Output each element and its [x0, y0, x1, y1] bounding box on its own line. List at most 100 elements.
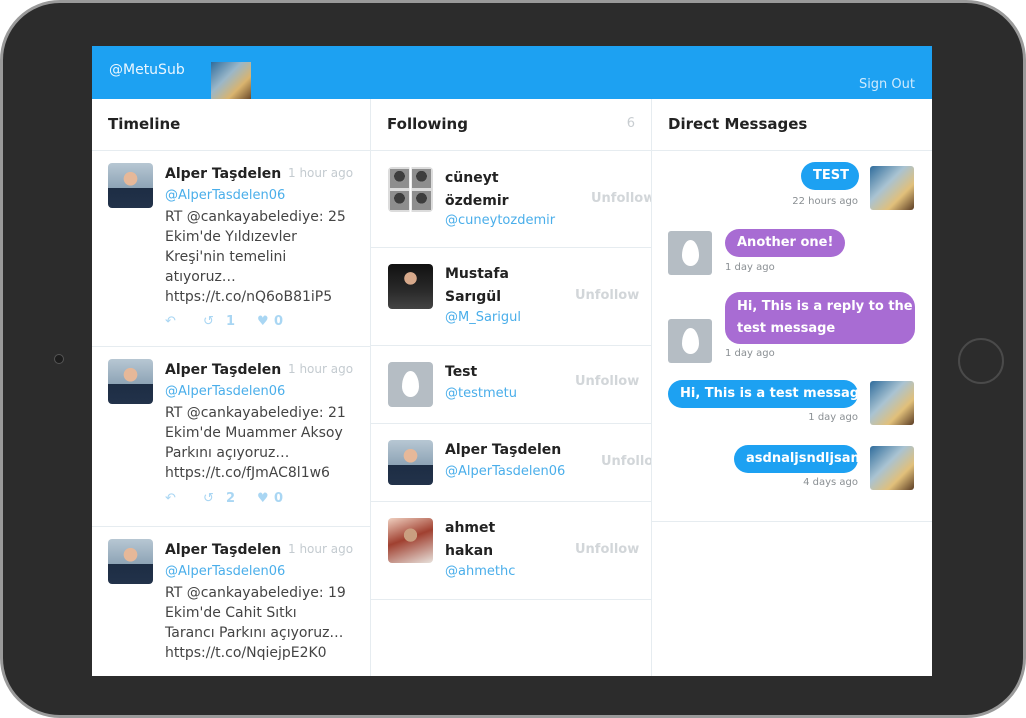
tweet[interactable]: Alper Taşdelen 1 hour ago @AlperTasdelen… [92, 527, 370, 676]
avatar[interactable] [870, 381, 914, 425]
tweet-author[interactable]: Alper Taşdelen [165, 166, 281, 182]
tweet-line: Tarancı Parkını açıyoruz… [165, 625, 344, 641]
dm-time: 4 days ago [803, 477, 858, 488]
following-count: 6 [626, 116, 635, 131]
unfollow-button[interactable]: Unfollow [601, 454, 651, 469]
tweet-line[interactable]: https://t.co/NqiejpE2K0 [165, 643, 357, 663]
following-handle[interactable]: @AlperTasdelen06 [445, 464, 565, 479]
dm-bubble: Hi, This is a reply to the test message [725, 292, 915, 344]
unfollow-button[interactable]: Unfollow [591, 191, 651, 206]
dm-time: 22 hours ago [792, 196, 858, 207]
dm-message[interactable]: Hi, This is a reply to the test message … [652, 285, 932, 369]
avatar[interactable] [388, 362, 433, 407]
dm-time: 1 day ago [725, 262, 775, 273]
name-line: Mustafa [445, 266, 509, 282]
following-name[interactable]: Mustafa Sarıgül [445, 263, 509, 309]
tweet[interactable]: Alper Taşdelen 1 hour ago @AlperTasdelen… [92, 347, 370, 527]
avatar[interactable] [108, 539, 153, 584]
tweet-line[interactable]: https://t.co/nQ6oB81iP5 [165, 287, 357, 307]
following-name[interactable]: ahmet hakan [445, 517, 495, 563]
name-line: Test [445, 364, 478, 380]
following-title: Following [387, 115, 468, 133]
avatar[interactable] [388, 440, 433, 485]
dm-bubble: Another one! [725, 229, 846, 257]
unfollow-button[interactable]: Unfollow [575, 288, 639, 303]
reply-icon[interactable]: ↶ [165, 314, 176, 329]
following-item: Mustafa Sarıgül @M_Sarigul Unfollow [371, 248, 651, 346]
tweet-handle[interactable]: @AlperTasdelen06 [165, 384, 285, 399]
heart-icon[interactable]: ♥ [257, 314, 269, 329]
app-screen: @MetuSub Sign Out Timeline Alper Taşdele… [92, 46, 932, 676]
timeline-header: Timeline [92, 99, 370, 151]
following-item: cüneyt özdemir @cuneytozdemir Unfollow [371, 151, 651, 248]
unfollow-button[interactable]: Unfollow [575, 542, 639, 557]
following-column: Following 6 cüneyt özdemir @cuneytozdemi… [371, 99, 652, 676]
following-name[interactable]: Test [445, 361, 477, 384]
tweet-author[interactable]: Alper Taşdelen [165, 542, 281, 558]
following-item: Alper Taşdelen @AlperTasdelen06 Unfollow [371, 424, 651, 502]
tweet[interactable]: Alper Taşdelen 1 hour ago @AlperTasdelen… [92, 151, 370, 347]
timeline-column: Timeline Alper Taşdelen 1 hour ago @Alpe… [92, 99, 371, 676]
avatar[interactable] [870, 166, 914, 210]
avatar[interactable] [108, 163, 153, 208]
retweet-count: 2 [226, 491, 236, 506]
tweet-line: Ekim'de Cahit Sıtkı [165, 605, 297, 621]
dm-bubble: TEST [801, 162, 859, 190]
dm-message[interactable]: Another one! 1 day ago [652, 215, 932, 279]
tweet-text: RT @cankayabelediye: 21 Ekim'de Muammer … [165, 403, 357, 483]
timeline-title: Timeline [108, 115, 181, 133]
reply-icon[interactable]: ↶ [165, 491, 176, 506]
avatar[interactable] [108, 359, 153, 404]
top-bar: @MetuSub Sign Out [92, 46, 932, 99]
tweet-line: RT @cankayabelediye: 19 [165, 585, 346, 601]
tweet-handle[interactable]: @AlperTasdelen06 [165, 564, 285, 579]
name-line: ahmet [445, 520, 496, 536]
tweet-time: 1 hour ago [288, 542, 354, 556]
avatar[interactable] [870, 446, 914, 490]
tweet-author[interactable]: Alper Taşdelen [165, 362, 281, 378]
name-line: hakan [445, 543, 494, 559]
dm-header: Direct Messages [652, 99, 932, 151]
following-handle[interactable]: @M_Sarigul [445, 310, 521, 325]
following-handle[interactable]: @testmetu [445, 386, 517, 401]
name-line: cüneyt [445, 170, 499, 186]
following-name[interactable]: cüneyt özdemir [445, 167, 509, 213]
name-line: Sarıgül [445, 289, 502, 305]
dm-time: 1 day ago [725, 348, 775, 359]
account-handle: @MetuSub [109, 62, 185, 78]
heart-icon[interactable]: ♥ [257, 491, 269, 506]
retweet-icon[interactable]: ↺ [203, 314, 214, 329]
profile-image[interactable] [211, 62, 251, 99]
camera-icon [54, 354, 64, 364]
tweet-text: RT @cankayabelediye: 19 Ekim'de Cahit Sı… [165, 583, 357, 663]
following-header: Following 6 [371, 99, 651, 151]
divider [652, 521, 932, 522]
retweet-icon[interactable]: ↺ [203, 491, 214, 506]
avatar[interactable] [388, 518, 433, 563]
direct-messages-column: Direct Messages TEST 22 hours ago Anothe… [652, 99, 932, 676]
dm-line: Hi, This is a reply to the [737, 299, 913, 314]
tweet-line: Parkını açıyoruz… [165, 445, 290, 461]
dm-message[interactable]: TEST 22 hours ago [652, 151, 932, 213]
tweet-time: 1 hour ago [288, 166, 354, 180]
home-button[interactable] [958, 338, 1004, 384]
avatar[interactable] [668, 319, 712, 363]
avatar[interactable] [388, 167, 433, 212]
tweet-line: Kreşi'nin temelini [165, 249, 287, 265]
name-line: özdemir [445, 193, 509, 209]
tweet-line[interactable]: https://t.co/fJmAC8l1w6 [165, 463, 357, 483]
tweet-handle[interactable]: @AlperTasdelen06 [165, 188, 285, 203]
following-handle[interactable]: @ahmethc [445, 564, 515, 579]
dm-line: test message [737, 321, 836, 336]
dm-message[interactable]: Hi, This is a test message 1 day ago [652, 375, 932, 439]
avatar[interactable] [388, 264, 433, 309]
following-name[interactable]: Alper Taşdelen [445, 439, 561, 462]
sign-out-link[interactable]: Sign Out [859, 77, 915, 92]
dm-message[interactable]: asdnaljsndljsan 4 days ago [652, 439, 932, 513]
tweet-time: 1 hour ago [288, 362, 354, 376]
dm-time: 1 day ago [808, 412, 858, 423]
unfollow-button[interactable]: Unfollow [575, 374, 639, 389]
tweet-text: RT @cankayabelediye: 25 Ekim'de Yıldızev… [165, 207, 357, 307]
following-handle[interactable]: @cuneytozdemir [445, 213, 555, 228]
avatar[interactable] [668, 231, 712, 275]
